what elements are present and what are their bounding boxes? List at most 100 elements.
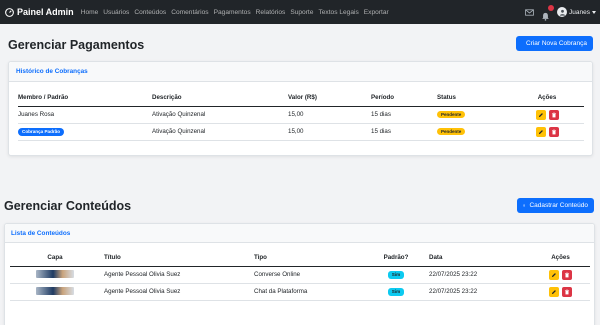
create-charge-button[interactable]: Criar Nova Cobrança [516, 36, 593, 51]
edit-button[interactable] [535, 109, 546, 120]
col-title: Título [100, 250, 254, 267]
create-content-button[interactable]: Cadastrar Conteúdo [517, 198, 594, 213]
user-name: Juanes [569, 8, 590, 16]
cover-cell [10, 266, 100, 284]
default-badge: Sim [387, 287, 405, 296]
actions-cell [531, 283, 590, 301]
col-status: Status [437, 90, 510, 107]
trash-icon [551, 112, 556, 117]
nav-right: Juanes [525, 0, 596, 24]
edit-button[interactable] [549, 269, 559, 280]
trash-icon [564, 272, 570, 277]
envelope-icon[interactable] [525, 8, 534, 17]
avatar [557, 7, 568, 17]
value-cell: 15,00 [288, 123, 371, 141]
default-cell: Sim [367, 266, 425, 284]
delete-button[interactable] [548, 109, 559, 120]
table-header-row: Membro / Padrão Descrição Valor (R$) Per… [18, 90, 584, 107]
member-cell: Juanes Rosa [18, 106, 152, 124]
speedometer-icon [5, 7, 14, 17]
actions-cell [510, 123, 584, 141]
member-cell: Cobrança Padrão [18, 123, 152, 141]
pencil-icon [538, 129, 543, 134]
pencil-icon [538, 112, 543, 117]
actions-cell [510, 106, 584, 124]
plus-circle-icon [523, 204, 526, 207]
status-cell: Pendente [437, 106, 510, 124]
period-cell: 15 dias [371, 123, 437, 141]
period-cell: 15 dias [371, 106, 437, 124]
delete-button[interactable] [562, 269, 572, 280]
default-cell: Sim [367, 283, 425, 301]
payments-title: Gerenciar Pagamentos [8, 38, 145, 52]
trash-icon [551, 129, 556, 134]
edit-button[interactable] [549, 286, 559, 297]
brand-label: Painel Admin [17, 7, 74, 17]
nav-link-exportar[interactable]: Exportar [364, 9, 389, 16]
nav-link-suporte[interactable]: Suporte [290, 9, 313, 16]
pencil-icon [551, 289, 556, 294]
create-content-label: Cadastrar Conteúdo [529, 202, 588, 209]
table-row: Juanes Rosa Ativação Quinzenal 15,00 15 … [18, 106, 584, 124]
nav-link-relatorios[interactable]: Relatórios [256, 9, 286, 16]
payments-card-header: Histórico de Cobranças [9, 62, 592, 82]
delete-button[interactable] [562, 286, 572, 297]
status-badge: Pendente [437, 111, 466, 118]
nav-link-conteudos[interactable]: Conteúdos [134, 9, 166, 16]
default-charge-badge: Cobrança Padrão [18, 127, 65, 136]
col-value: Valor (R$) [288, 90, 371, 107]
nav-link-home[interactable]: Home [81, 9, 99, 16]
bell-icon [542, 12, 549, 21]
col-actions: Ações [510, 90, 584, 107]
date-cell: 22/07/2025 23:22 [425, 266, 531, 284]
table-row: Cobrança Padrão Ativação Quinzenal 15,00… [18, 123, 584, 141]
description-cell: Ativação Quinzenal [152, 123, 288, 141]
value-cell: 15,00 [288, 106, 371, 124]
date-cell: 22/07/2025 23:22 [425, 283, 531, 301]
top-navbar: Painel Admin Home Usuários Conteúdos Com… [0, 0, 600, 24]
table-row: Agente Pessoal Olivia Suez Converse Onli… [10, 266, 590, 284]
col-period: Período [371, 90, 437, 107]
contents-table: Capa Título Tipo Padrão? Data Ações Agen… [10, 250, 590, 301]
default-badge: Sim [387, 270, 405, 279]
cover-cell [10, 283, 100, 301]
col-date: Data [425, 250, 531, 267]
actions-cell [531, 266, 590, 284]
nav-link-comentarios[interactable]: Comentários [171, 9, 208, 16]
title-cell: Agente Pessoal Olivia Suez [100, 266, 254, 284]
pencil-icon [551, 272, 556, 277]
table-row: Agente Pessoal Olivia Suez Chat da Plata… [10, 283, 590, 301]
cover-thumbnail [36, 269, 74, 278]
contents-card: Lista de Conteúdos Capa Título Tipo Padr… [4, 223, 595, 325]
contents-card-header: Lista de Conteúdos [5, 224, 594, 243]
description-cell: Ativação Quinzenal [152, 106, 288, 124]
nav-link-pagamentos[interactable]: Pagamentos [214, 9, 251, 16]
col-description: Descrição [152, 90, 288, 107]
payments-card: Histórico de Cobranças Membro / Padrão D… [8, 61, 593, 156]
notifications[interactable] [541, 4, 555, 21]
col-default: Padrão? [367, 250, 425, 267]
col-cover: Capa [10, 250, 100, 267]
type-cell: Chat da Plataforma [254, 283, 367, 301]
contents-title: Gerenciar Conteúdos [4, 199, 132, 213]
caret-down-icon [592, 10, 596, 14]
payments-table: Membro / Padrão Descrição Valor (R$) Per… [18, 90, 584, 141]
col-member: Membro / Padrão [18, 90, 152, 107]
user-icon [559, 9, 565, 16]
title-cell: Agente Pessoal Olivia Suez [100, 283, 254, 301]
nav-link-usuarios[interactable]: Usuários [103, 9, 129, 16]
brand[interactable]: Painel Admin [5, 7, 74, 17]
nav-link-textos-legais[interactable]: Textos Legais [318, 9, 358, 16]
notification-badge [548, 4, 555, 11]
delete-button[interactable] [548, 126, 559, 137]
status-badge: Pendente [437, 128, 466, 135]
status-cell: Pendente [437, 123, 510, 141]
edit-button[interactable] [535, 126, 546, 137]
col-actions: Ações [531, 250, 590, 267]
type-cell: Converse Online [254, 266, 367, 284]
trash-icon [564, 289, 570, 294]
user-menu[interactable]: Juanes [557, 7, 596, 17]
table-header-row: Capa Título Tipo Padrão? Data Ações [10, 250, 590, 267]
cover-thumbnail [36, 286, 74, 295]
create-charge-label: Criar Nova Cobrança [525, 40, 588, 47]
